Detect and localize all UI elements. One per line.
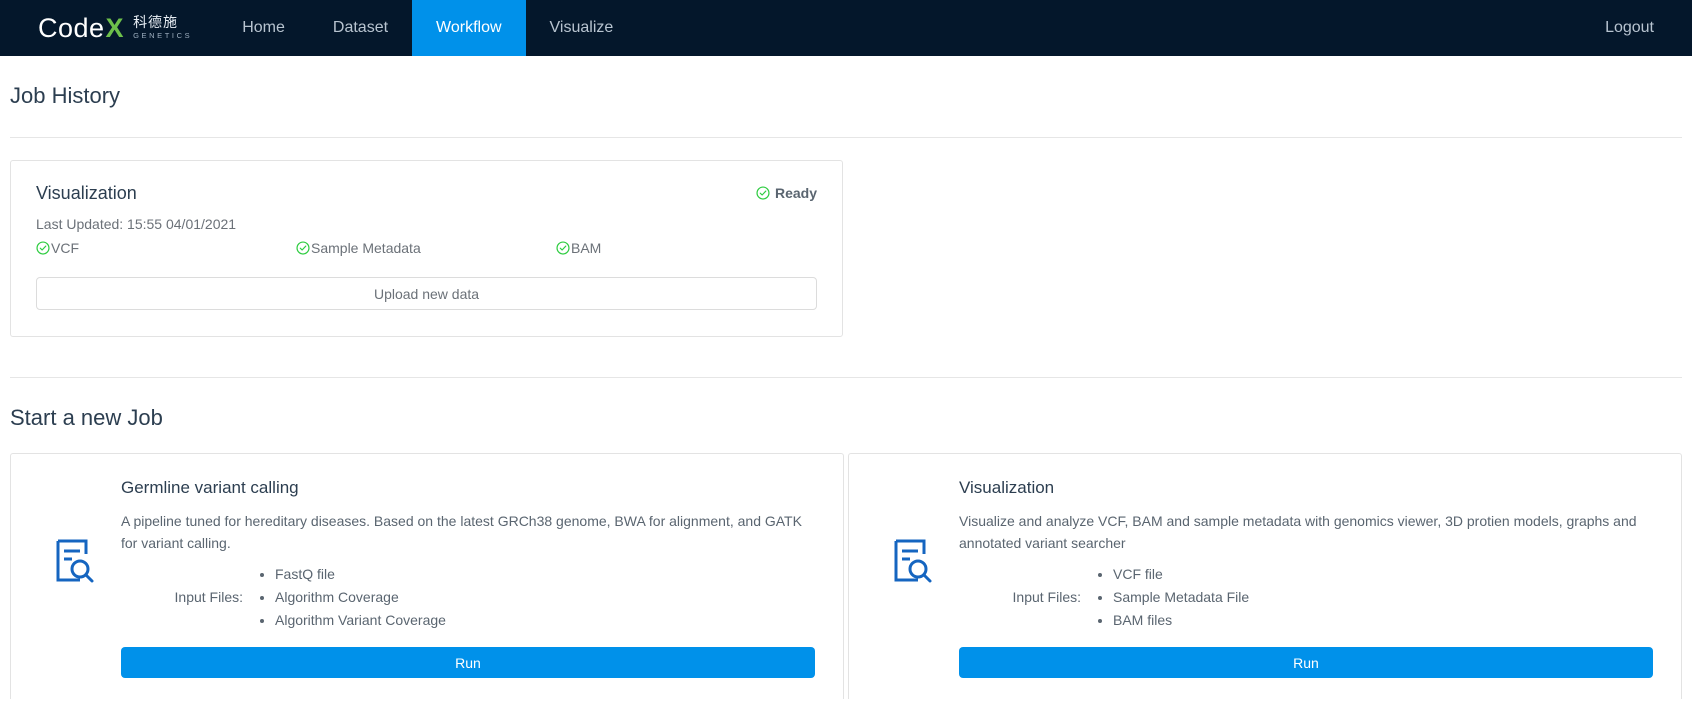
input-files-label: Input Files: xyxy=(1012,589,1081,606)
list-item: VCF file xyxy=(1113,563,1249,586)
nav-item-home[interactable]: Home xyxy=(218,0,309,56)
job-card-visualization: Visualization Visualize and analyze VCF,… xyxy=(848,453,1682,700)
list-item: Sample Metadata File xyxy=(1113,586,1249,609)
logo-text-code: Code xyxy=(38,12,105,43)
job-history-card-title: Visualization xyxy=(36,183,137,203)
nav-item-visualize[interactable]: Visualize xyxy=(526,0,638,56)
page-content: Job History Visualization Ready Last Upd… xyxy=(0,56,1692,700)
job-card-inputs-row: Input Files: FastQ file Algorithm Covera… xyxy=(121,563,815,631)
run-button-germline-variant-calling[interactable]: Run xyxy=(121,647,815,679)
job-card-germline-variant-calling: Germline variant calling A pipeline tune… xyxy=(10,453,844,700)
logout-button[interactable]: Logout xyxy=(1605,19,1654,37)
input-files-list: FastQ file Algorithm Coverage Algorithm … xyxy=(253,563,446,631)
job-history-card-header: Visualization Ready xyxy=(36,183,817,204)
nav-item-dataset[interactable]: Dataset xyxy=(309,0,412,56)
logo-chinese-block: 科德施 GENETICS xyxy=(133,15,192,41)
input-files-label: Input Files: xyxy=(174,589,243,606)
status-badge: Ready xyxy=(756,183,817,201)
job-card-title: Germline variant calling xyxy=(121,478,299,497)
check-circle-icon xyxy=(556,241,570,255)
file-status-label: BAM xyxy=(571,240,602,256)
logo-subtitle-genetics: GENETICS xyxy=(133,31,193,41)
logo-chinese-name: 科德施 xyxy=(133,14,179,31)
top-navigation-bar: Code X 科德施 GENETICS Home Dataset Workflow… xyxy=(0,0,1692,56)
status-badge-label: Ready xyxy=(774,185,817,201)
upload-new-data-button[interactable]: Upload new data xyxy=(36,277,817,310)
logo-wordmark: Code X xyxy=(38,13,124,44)
job-card-icon-wrapper xyxy=(39,478,111,699)
job-card-description: A pipeline tuned for hereditary diseases… xyxy=(121,513,802,551)
nav-right-section: Logout xyxy=(1605,0,1692,56)
job-card-description: Visualize and analyze VCF, BAM and sampl… xyxy=(959,513,1637,551)
job-card-body: Germline variant calling A pipeline tune… xyxy=(121,478,815,699)
list-item: Algorithm Coverage xyxy=(275,586,446,609)
job-card-title: Visualization xyxy=(959,478,1055,497)
job-history-card: Visualization Ready Last Updated: 15:55 … xyxy=(10,160,843,337)
nav-links: Home Dataset Workflow Visualize xyxy=(218,0,637,56)
list-item: BAM files xyxy=(1113,609,1249,632)
file-status-label: Sample Metadata xyxy=(311,240,421,256)
file-status-vcf: VCF xyxy=(36,240,296,256)
check-circle-icon xyxy=(36,241,50,255)
start-new-job-heading: Start a new Job xyxy=(10,405,163,430)
nav-item-workflow[interactable]: Workflow xyxy=(412,0,526,56)
document-search-icon xyxy=(894,539,932,583)
list-item: Algorithm Variant Coverage xyxy=(275,609,446,632)
input-files-list: VCF file Sample Metadata File BAM files xyxy=(1091,563,1249,631)
job-history-section: Visualization Ready Last Updated: 15:55 … xyxy=(10,138,1682,337)
file-status-bam: BAM xyxy=(556,240,816,256)
last-updated-text: Last Updated: 15:55 04/01/2021 xyxy=(36,216,237,232)
logo-dna-x-icon: X xyxy=(105,12,125,43)
job-card-inputs-row: Input Files: VCF file Sample Metadata Fi… xyxy=(959,563,1653,631)
file-status-label: VCF xyxy=(51,240,79,256)
check-circle-icon xyxy=(756,186,770,200)
uploaded-files-row: VCF Sample Metadata BAM xyxy=(36,240,817,256)
new-job-cards: Germline variant calling A pipeline tune… xyxy=(10,431,1682,700)
document-search-icon xyxy=(56,539,94,583)
job-card-body: Visualization Visualize and analyze VCF,… xyxy=(959,478,1653,699)
run-button-visualization[interactable]: Run xyxy=(959,647,1653,679)
check-circle-icon xyxy=(296,241,310,255)
job-card-icon-wrapper xyxy=(877,478,949,699)
job-history-heading: Job History xyxy=(10,83,121,108)
list-item: FastQ file xyxy=(275,563,446,586)
brand-logo[interactable]: Code X 科德施 GENETICS xyxy=(0,0,218,56)
file-status-sample-metadata: Sample Metadata xyxy=(296,240,556,256)
